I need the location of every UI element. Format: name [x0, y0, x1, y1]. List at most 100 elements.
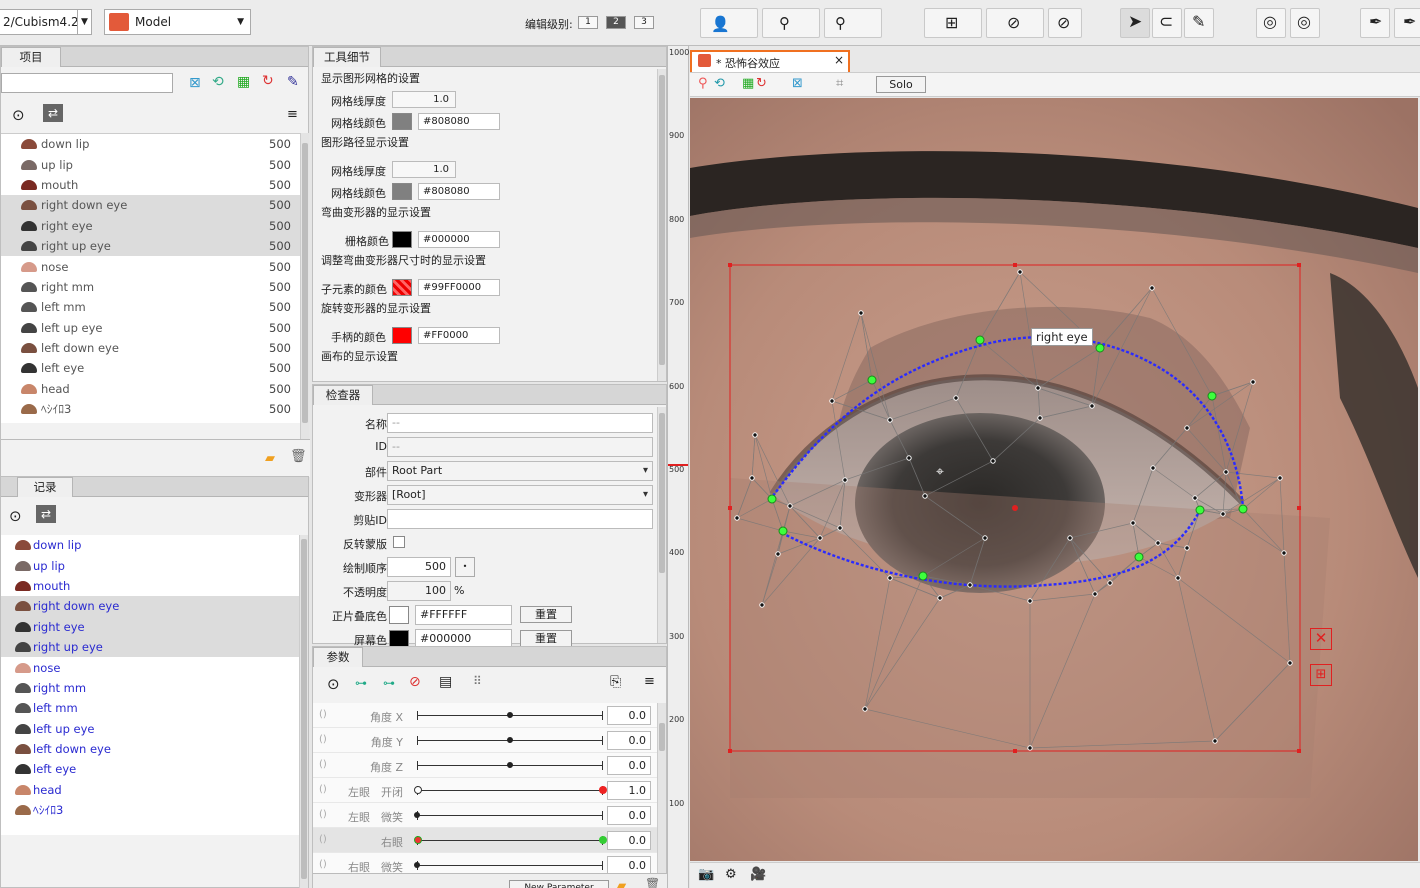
camera-icon[interactable]: 📷 [698, 867, 714, 882]
parameter-row[interactable]: () 右眼 微笑 0.0 [313, 853, 657, 873]
part-row[interactable]: right up eye 500 [1, 235, 301, 257]
history-scrollbar[interactable] [299, 535, 308, 888]
lock-icon[interactable]: () [319, 809, 327, 820]
expand-icon[interactable]: ⊙ [12, 106, 25, 124]
deformer-grid-icon[interactable]: ⊞ [1310, 664, 1332, 686]
parameter-value-field[interactable]: 0.0 [607, 731, 651, 750]
grid-color-swatch[interactable] [392, 231, 412, 248]
part-row[interactable]: left eye 500 [1, 358, 301, 378]
deformer-dropdown[interactable]: [Root] [387, 485, 653, 505]
parameter-slider-knob[interactable] [414, 862, 420, 868]
draw-order-field[interactable]: 500 [387, 557, 451, 577]
draw-order-button[interactable]: • [455, 557, 475, 577]
folder-icon[interactable]: ▰ [617, 878, 626, 888]
grid-icon[interactable]: ⌗ [836, 76, 843, 91]
multiply-reset-button[interactable]: 重置 [520, 606, 572, 623]
canvas-viewport[interactable]: ⌖ right eye ✕ ⊞ [690, 98, 1418, 861]
view-tool-1-button[interactable]: ◎ [1256, 8, 1286, 38]
parameter-slider[interactable] [417, 836, 603, 845]
lock-icon[interactable]: () [319, 709, 327, 720]
arrow-tool-button[interactable]: ➤ [1120, 8, 1150, 38]
part-row[interactable]: right eye 500 [1, 215, 301, 236]
path-color-swatch[interactable] [392, 183, 412, 200]
id-field[interactable]: -- [387, 437, 653, 457]
solo-button[interactable]: Solo [876, 76, 926, 93]
folder-icon[interactable]: ▰ [265, 451, 275, 466]
edit-level-1-button[interactable]: 1 [578, 16, 598, 29]
history-item[interactable]: right down eye [1, 596, 299, 617]
multiply-color-field[interactable]: #FFFFFF [415, 605, 512, 625]
mesh-icon[interactable]: ⊠ [792, 76, 803, 91]
auto-mesh-button[interactable]: ⚲ [824, 8, 882, 38]
handle-color-swatch[interactable] [392, 327, 412, 344]
deformer-tools-button[interactable]: ⚲ [762, 8, 820, 38]
history-item[interactable]: up lip [1, 555, 299, 575]
parameter-row[interactable]: () 左眼 开闭 1.0 [313, 778, 657, 803]
trash-icon[interactable]: 🗑 [645, 877, 660, 888]
lock-icon[interactable]: () [319, 734, 327, 745]
link-icon[interactable]: ⟲ [212, 74, 224, 90]
close-deformer-icon[interactable]: ✕ [1310, 628, 1332, 650]
toggle-icon[interactable]: ⇄ [43, 104, 63, 122]
parameter-row[interactable]: () 右眼 0.0 [313, 828, 657, 853]
part-row[interactable]: right mm 500 [1, 277, 301, 297]
video-camera-icon[interactable]: 🎥 [750, 867, 766, 882]
history-item[interactable]: mouth [1, 576, 299, 596]
toggle-icon[interactable]: ⇄ [36, 505, 56, 523]
parameter-table-icon[interactable]: ▤ [439, 674, 452, 690]
tool-details-scrollbar[interactable] [657, 69, 666, 381]
history-item[interactable]: ﾍｼｲﾛ3 [1, 800, 299, 820]
brush-tool-button[interactable]: ✎ [1184, 8, 1214, 38]
path-thickness-field[interactable]: 1.0 [392, 161, 456, 178]
close-icon[interactable]: × [834, 53, 844, 67]
history-item[interactable]: left eye [1, 759, 299, 779]
parameter-row[interactable]: () 角度 X 0.0 [313, 703, 657, 728]
parameter-row[interactable]: () 角度 Y 0.0 [313, 728, 657, 753]
part-dropdown[interactable]: Root Part [387, 461, 653, 481]
history-item[interactable]: right eye [1, 616, 299, 637]
mode-selector[interactable]: Model ▼ [104, 9, 251, 35]
parts-icon[interactable]: ▦ [742, 76, 754, 91]
pin-tool-button[interactable]: ⊘ [986, 8, 1044, 38]
remove-keyform-icon[interactable]: ⊘ [409, 674, 421, 690]
history-item[interactable]: nose [1, 657, 299, 677]
trash-icon[interactable]: 🗑 [290, 449, 307, 464]
part-row[interactable]: left down eye 500 [1, 338, 301, 358]
history-item[interactable]: left down eye [1, 739, 299, 759]
parameter-slider-knob[interactable] [507, 762, 513, 768]
menu-icon[interactable]: ≡ [644, 674, 655, 689]
tab-inspector[interactable]: 检查器 [313, 385, 373, 405]
path-color-field[interactable]: #808080 [418, 183, 500, 200]
part-row[interactable]: down lip 500 [1, 134, 301, 154]
pen-icon[interactable]: ✎ [287, 74, 299, 90]
expand-icon[interactable]: ⊙ [327, 675, 340, 693]
part-row[interactable]: nose 500 [1, 256, 301, 276]
document-selector[interactable]: 2/Cubism4.2 ▼ [0, 9, 92, 35]
parameter-row[interactable]: () 左眼 微笑 0.0 [313, 803, 657, 828]
parameter-slider[interactable] [417, 811, 603, 820]
mesh-color-swatch[interactable] [392, 113, 412, 130]
copy-icon[interactable]: ⎘ [610, 674, 621, 690]
camera-settings-icon[interactable]: ⚙ [725, 867, 737, 882]
rotate-icon[interactable]: ↻ [262, 73, 274, 89]
add-three-keyforms-icon[interactable]: ⊶ [383, 676, 395, 690]
history-item[interactable]: down lip [1, 535, 299, 555]
part-search-input[interactable] [1, 73, 173, 93]
edit-level-3-button[interactable]: 3 [634, 16, 654, 29]
parameter-value-field[interactable]: 0.0 [607, 706, 651, 725]
part-row[interactable]: mouth 500 [1, 175, 301, 195]
invert-mask-checkbox[interactable] [393, 536, 405, 548]
glue-tool-button[interactable]: ⊘ [1048, 8, 1082, 38]
multiply-color-swatch[interactable] [389, 606, 409, 624]
part-list-scrollbar[interactable] [300, 133, 309, 439]
part-row[interactable]: left mm 500 [1, 297, 301, 317]
grid-color-field[interactable]: #000000 [418, 231, 500, 248]
mesh-color-field[interactable]: #808080 [418, 113, 500, 130]
name-field[interactable]: -- [387, 413, 653, 433]
view-tool-2-button[interactable]: ◎ [1290, 8, 1320, 38]
history-item[interactable]: left mm [1, 698, 299, 718]
parameter-value-field[interactable]: 0.0 [607, 756, 651, 775]
parameter-scrollbar[interactable] [657, 703, 666, 873]
inspector-scrollbar[interactable] [657, 407, 666, 643]
part-row[interactable]: up lip 500 [1, 154, 301, 174]
